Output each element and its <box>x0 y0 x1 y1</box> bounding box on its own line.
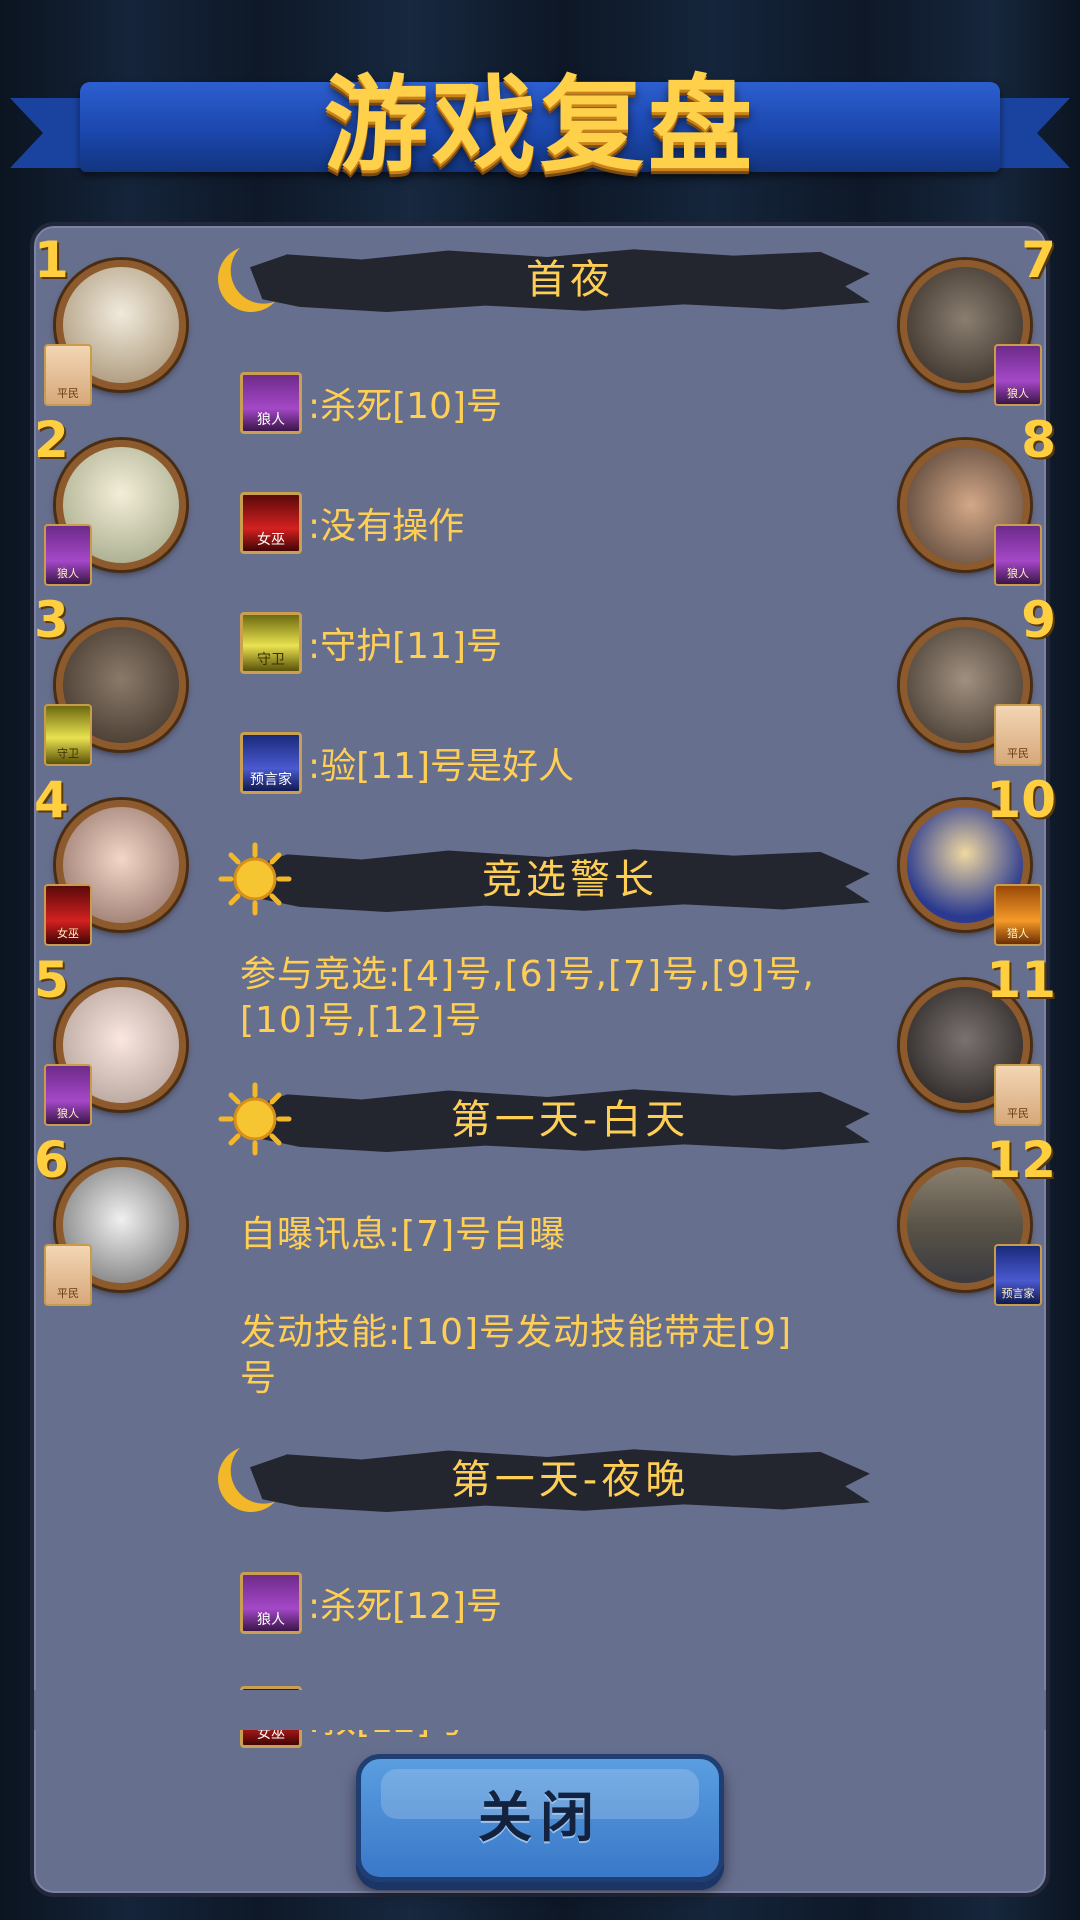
log-text: :杀死[12]号 <box>308 1586 503 1627</box>
seer-icon: 预言家 <box>994 1244 1042 1306</box>
close-button[interactable]: 关闭 <box>356 1754 724 1882</box>
self-reveal-text: 自曝讯息:[7]号自曝 <box>240 1214 567 1255</box>
player-slot-12[interactable]: 12 预言家 <box>890 1131 1056 1306</box>
log-text: :杀死[10]号 <box>308 386 503 427</box>
wolf-icon: 狼人 <box>44 524 92 586</box>
log-text: :没有操作 <box>308 506 465 547</box>
player-number: 10 <box>986 771 1056 829</box>
player-slot-3[interactable]: 3 守卫 <box>34 591 196 766</box>
log-text: :守护[11]号 <box>308 626 503 667</box>
scroll-clip <box>34 1690 1046 1730</box>
witch-icon: 女巫 <box>44 884 92 946</box>
log-entry: 狼人 :杀死[12]号 <box>240 1572 502 1634</box>
log-entry: 守卫 :守护[11]号 <box>240 612 502 674</box>
wolf-icon: 狼人 <box>240 372 302 434</box>
player-number: 8 <box>1021 411 1056 469</box>
section-title: 第一天-夜晚 <box>450 1457 690 1503</box>
player-slot-2[interactable]: 2 狼人 <box>34 411 196 586</box>
section-title: 第一天-白天 <box>450 1097 690 1143</box>
player-slot-8[interactable]: 8 狼人 <box>890 411 1056 586</box>
player-slot-11[interactable]: 11 平民 <box>890 951 1056 1126</box>
player-number: 3 <box>34 591 69 649</box>
log-text: :验[11]号是好人 <box>308 746 575 787</box>
player-number: 7 <box>1021 231 1056 289</box>
close-button-label: 关闭 <box>478 1786 602 1849</box>
log-entry: 预言家 :验[11]号是好人 <box>240 732 574 794</box>
section-title: 竞选警长 <box>482 857 658 903</box>
player-number: 4 <box>34 771 69 829</box>
wolf-icon: 狼人 <box>994 524 1042 586</box>
seer-icon: 预言家 <box>240 732 302 794</box>
page-title: 游戏复盘 <box>323 64 756 186</box>
section-title: 首夜 <box>526 257 614 303</box>
player-number: 5 <box>34 951 69 1009</box>
player-number: 2 <box>34 411 69 469</box>
player-slot-9[interactable]: 9 平民 <box>890 591 1056 766</box>
player-number: 9 <box>1021 591 1056 649</box>
wolf-icon: 狼人 <box>994 344 1042 406</box>
villager-icon: 平民 <box>994 1064 1042 1126</box>
hunter-icon: 猎人 <box>994 884 1042 946</box>
player-slot-1[interactable]: 1 平民 <box>34 231 196 406</box>
skill-text: 发动技能:[10]号发动技能带走[9]号 <box>240 1312 793 1399</box>
sheriff-candidates-text: 参与竞选:[4]号,[6]号,[7]号,[9]号,[10]号,[12]号 <box>240 954 815 1041</box>
section-day1: 第一天-白天 <box>210 1076 870 1156</box>
player-slot-6[interactable]: 6 平民 <box>34 1131 196 1306</box>
section-sheriff-election: 竞选警长 <box>210 836 870 916</box>
wolf-icon: 狼人 <box>240 1572 302 1634</box>
villager-icon: 平民 <box>44 344 92 406</box>
guard-icon: 守卫 <box>240 612 302 674</box>
player-slot-5[interactable]: 5 狼人 <box>34 951 196 1126</box>
player-slot-10[interactable]: 10 猎人 <box>890 771 1056 946</box>
player-slot-4[interactable]: 4 女巫 <box>34 771 196 946</box>
wolf-icon: 狼人 <box>44 1064 92 1126</box>
title-banner: 游戏复盘 <box>0 60 1080 190</box>
section-night1: 第一天-夜晚 <box>210 1436 870 1516</box>
log-entry: 狼人 :杀死[10]号 <box>240 372 502 434</box>
guard-icon: 守卫 <box>44 704 92 766</box>
player-slot-7[interactable]: 7 狼人 <box>890 231 1056 406</box>
witch-icon: 女巫 <box>240 492 302 554</box>
log-entry: 女巫 :没有操作 <box>240 492 464 554</box>
player-number: 11 <box>986 951 1056 1009</box>
section-first-night: 首夜 <box>210 236 870 316</box>
player-number: 1 <box>34 231 69 289</box>
player-number: 6 <box>34 1131 69 1189</box>
player-number: 12 <box>986 1131 1056 1189</box>
villager-icon: 平民 <box>994 704 1042 766</box>
villager-icon: 平民 <box>44 1244 92 1306</box>
